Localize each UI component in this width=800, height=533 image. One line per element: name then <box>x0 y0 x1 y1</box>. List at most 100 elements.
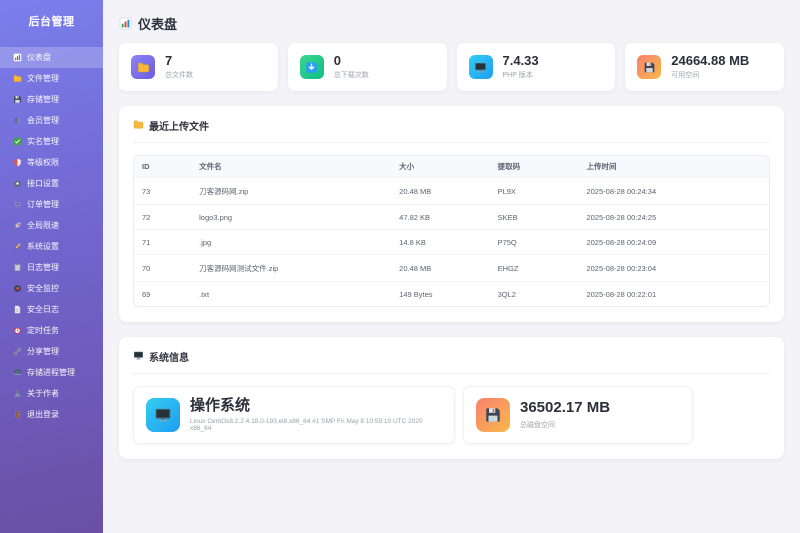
sidebar-item-label: 日志管理 <box>27 262 59 273</box>
cell-filename: .jpg <box>191 229 391 254</box>
sidebar-item-security-monitor[interactable]: 安全监控 <box>0 278 103 299</box>
clipboard-icon <box>13 263 22 272</box>
sidebar-item-label: 关于作者 <box>27 388 59 399</box>
sidebar-item-realname[interactable]: 实名管理 <box>0 131 103 152</box>
cell-code: PL9X <box>490 177 579 204</box>
cell-filename: 刀客源码网.zip <box>191 177 391 204</box>
rocket-icon <box>13 221 22 230</box>
sidebar-item-cron[interactable]: 定时任务 <box>0 320 103 341</box>
floppy-disk-icon <box>13 95 22 104</box>
os-text: 操作系统 Linux CentOs8.2.2 4.18.0-193.el8.x8… <box>190 398 442 432</box>
shield-icon <box>13 158 22 167</box>
cell-time: 2025-08-28 00:23:04 <box>578 254 769 281</box>
stat-label: 总文件数 <box>165 70 193 80</box>
system-info-title: 系统信息 <box>133 349 770 374</box>
cell-time: 2025-08-28 00:22:01 <box>578 281 769 306</box>
table-row: 69 .txt 149 Bytes 3QL2 2025-08-28 00:22:… <box>134 281 769 306</box>
cell-time: 2025-08-28 00:24:34 <box>578 177 769 204</box>
monitor-icon <box>469 55 493 79</box>
cell-size: 47.82 KB <box>391 204 489 229</box>
cell-code: EHGZ <box>490 254 579 281</box>
sidebar-item-label: 定时任务 <box>27 325 59 336</box>
sidebar-item-share[interactable]: 分享管理 <box>0 341 103 362</box>
cell-filename: 刀客源码网测试文件.zip <box>191 254 391 281</box>
os-card: 操作系统 Linux CentOs8.2.2 4.18.0-193.el8.x8… <box>133 386 455 444</box>
stat-text: 0 总下载次数 <box>334 54 369 81</box>
cell-id: 69 <box>134 281 191 306</box>
stat-value: 24664.88 MB <box>671 54 749 69</box>
cell-code: P75Q <box>490 229 579 254</box>
sidebar-item-label: 退出登录 <box>27 409 59 420</box>
sidebar-item-system-settings[interactable]: 系统设置 <box>0 236 103 257</box>
gear-icon <box>13 179 22 188</box>
cell-code: 3QL2 <box>490 281 579 306</box>
os-detail: Linux CentOs8.2.2 4.18.0-193.el8.x86_64 … <box>190 418 442 432</box>
system-cards-row: 操作系统 Linux CentOs8.2.2 4.18.0-193.el8.x8… <box>133 386 770 444</box>
sidebar-item-label: 系统设置 <box>27 241 59 252</box>
stat-card-total-files: 7 总文件数 <box>119 43 278 91</box>
sidebar-item-orders[interactable]: 订单管理 <box>0 194 103 215</box>
app-title: 后台管理 <box>0 0 103 40</box>
sidebar-item-files[interactable]: 文件管理 <box>0 68 103 89</box>
sidebar-item-about[interactable]: 关于作者 <box>0 383 103 404</box>
system-info-title-text: 系统信息 <box>149 349 189 364</box>
cell-id: 71 <box>134 229 191 254</box>
cell-id: 72 <box>134 204 191 229</box>
sidebar-item-levels[interactable]: 等级权限 <box>0 152 103 173</box>
page-title-text: 仪表盘 <box>138 14 177 33</box>
users-icon <box>13 116 22 125</box>
link-icon <box>13 347 22 356</box>
person-icon <box>13 389 22 398</box>
folder-icon <box>131 55 155 79</box>
cell-id: 70 <box>134 254 191 281</box>
table-row: 73 刀客源码网.zip 20.48 MB PL9X 2025-08-28 00… <box>134 177 769 204</box>
stat-card-php-version: 7.4.33 PHP 版本 <box>457 43 616 91</box>
col-id: ID <box>134 156 191 177</box>
sidebar-item-members[interactable]: 会员管理 <box>0 110 103 131</box>
stat-text: 7 总文件数 <box>165 54 193 81</box>
table-row: 71 .jpg 14.8 KB P75Q 2025-08-28 00:24:09 <box>134 229 769 254</box>
sidebar-item-speed-limit[interactable]: 全局限速 <box>0 215 103 236</box>
stat-label: 总下载次数 <box>334 70 369 80</box>
os-title: 操作系统 <box>190 398 442 415</box>
recent-uploads-panel: 最近上传文件 ID 文件名 大小 提取码 上传时间 73 刀客源码网.zip 2… <box>119 106 784 322</box>
disk-card: 36502.17 MB 总磁盘空间 <box>463 386 693 444</box>
floppy-disk-icon <box>637 55 661 79</box>
folder-icon <box>133 119 144 133</box>
table-header: ID 文件名 大小 提取码 上传时间 <box>134 156 769 177</box>
door-icon <box>13 410 22 419</box>
sidebar-item-logs[interactable]: 日志管理 <box>0 257 103 278</box>
stat-text: 24664.88 MB 可用空间 <box>671 54 749 81</box>
sidebar-item-label: 仪表盘 <box>27 52 51 63</box>
check-icon <box>13 137 22 146</box>
col-time: 上传时间 <box>578 156 769 177</box>
cell-time: 2025-08-28 00:24:09 <box>578 229 769 254</box>
floppy-disk-icon <box>476 398 510 432</box>
sidebar-item-logout[interactable]: 退出登录 <box>0 404 103 425</box>
cell-size: 149 Bytes <box>391 281 489 306</box>
sidebar-nav: 仪表盘 文件管理 存储管理 会员管理 实名管理 等级权限 接口设置 订单管理 全… <box>0 47 103 425</box>
bar-chart-icon <box>13 53 22 62</box>
recent-uploads-title-text: 最近上传文件 <box>149 118 209 133</box>
document-icon <box>13 305 22 314</box>
sidebar-item-storage[interactable]: 存储管理 <box>0 89 103 110</box>
eye-icon <box>13 284 22 293</box>
stat-card-free-space: 24664.88 MB 可用空间 <box>625 43 784 91</box>
stat-value: 7 <box>165 54 193 69</box>
sidebar-item-label: 全局限速 <box>27 220 59 231</box>
sidebar-item-api[interactable]: 接口设置 <box>0 173 103 194</box>
disk-label: 总磁盘空间 <box>520 420 610 430</box>
cell-size: 20.48 MB <box>391 254 489 281</box>
sidebar-item-storage-process[interactable]: 存储进程管理 <box>0 362 103 383</box>
sidebar-item-dashboard[interactable]: 仪表盘 <box>0 47 103 68</box>
monitor-icon <box>146 398 180 432</box>
cell-size: 20.48 MB <box>391 177 489 204</box>
folder-icon <box>13 74 22 83</box>
stat-label: 可用空间 <box>671 70 749 80</box>
alarm-clock-icon <box>13 326 22 335</box>
stat-label: PHP 版本 <box>503 70 539 80</box>
sidebar-item-security-logs[interactable]: 安全日志 <box>0 299 103 320</box>
cell-time: 2025-08-28 00:24:25 <box>578 204 769 229</box>
recent-uploads-table: ID 文件名 大小 提取码 上传时间 73 刀客源码网.zip 20.48 MB… <box>133 155 770 307</box>
stats-row: 7 总文件数 0 总下载次数 7.4.33 PHP 版本 24664.88 MB… <box>119 43 784 91</box>
